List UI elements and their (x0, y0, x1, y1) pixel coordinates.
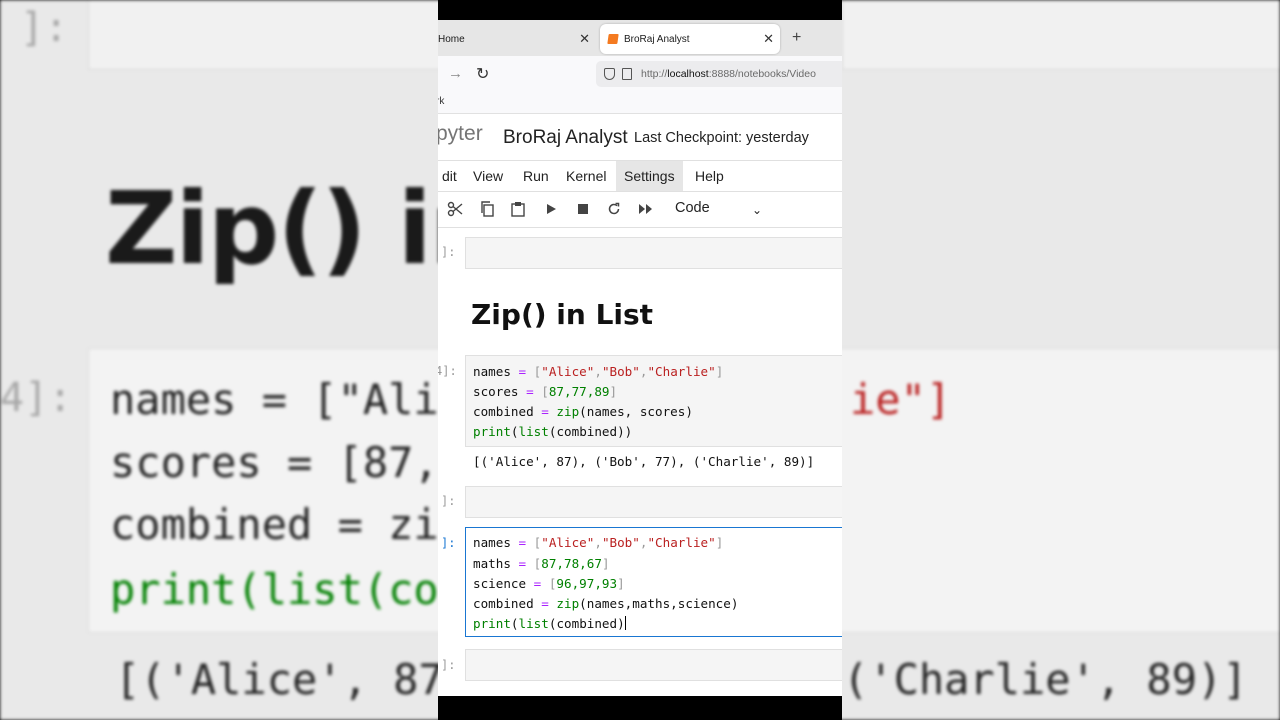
checkpoint-status: Last Checkpoint: yesterday (634, 130, 809, 146)
tab-broraj-analyst[interactable]: BroRaj Analyst ✕ (600, 24, 780, 54)
stop-icon[interactable] (574, 200, 592, 218)
paste-icon[interactable] (509, 200, 527, 218)
run-icon[interactable] (542, 200, 560, 218)
code-cell-scores[interactable]: names = ["Alice","Bob","Charlie"] scores… (465, 355, 842, 447)
code-cell-active[interactable]: names = ["Alice","Bob","Charlie"] maths … (465, 527, 842, 637)
tab-home[interactable]: Home ✕ (438, 24, 596, 54)
shield-icon[interactable] (604, 68, 615, 80)
url-host: localhost (667, 68, 709, 80)
browser-window: Home ✕ BroRaj Analyst ✕ + → ↻ http://loc… (438, 0, 842, 720)
cell-output: [('Alice', 87), ('Bob', 77), ('Charlie',… (473, 454, 815, 469)
code-line: combined = zip(names,maths,science) (473, 596, 739, 611)
url-prefix: http:// (641, 68, 668, 80)
address-bar[interactable]: http://localhost:8888/notebooks/Video (596, 61, 842, 87)
bg-empty-cell-right (842, 0, 1280, 70)
cell-prompt: 4]: (438, 364, 457, 378)
markdown-heading: Zip() in List (471, 298, 654, 331)
code-line: print(list(combined) (473, 616, 626, 631)
text-cursor (624, 616, 626, 630)
cell-prompt: ]: (441, 494, 456, 508)
code-line: scores = [87,77,89] (473, 384, 618, 399)
url-path: :8888/notebooks/Video (708, 68, 816, 80)
menu-help[interactable]: Help (687, 161, 732, 191)
bg-output: [('Alice', 87 (115, 655, 444, 704)
close-icon[interactable]: ✕ (579, 31, 590, 47)
video-frame: ]: Zip() in 4]: names = ["Ali ie"] score… (0, 0, 1280, 720)
scissors-icon[interactable] (446, 200, 464, 218)
fast-forward-icon[interactable] (637, 200, 655, 218)
cell-type-select[interactable]: Code (675, 200, 710, 216)
notebook-toolbar: Code ⌄ (438, 192, 842, 228)
menu-settings[interactable]: Settings (616, 161, 683, 191)
copy-icon[interactable] (478, 200, 496, 218)
bg-empty-cell (88, 0, 448, 70)
notebook-area: ]: Zip() in List 4]: names = ["Alice","B… (438, 228, 842, 696)
cell-prompt: ]: (441, 536, 456, 550)
tab-strip: Home ✕ BroRaj Analyst ✕ + (438, 20, 842, 56)
code-line: science = [96,97,93] (473, 576, 625, 591)
code-line: names = ["Alice","Bob","Charlie"] (473, 535, 724, 550)
letterbox-bottom (438, 696, 842, 720)
jupyter-notebook-icon (607, 34, 619, 44)
empty-code-cell[interactable] (465, 486, 842, 518)
menu-run[interactable]: Run (515, 161, 557, 191)
bg-code-prompt: 4]: (0, 375, 73, 421)
reload-icon[interactable]: ↻ (476, 64, 489, 84)
cell-prompt: ]: (441, 245, 456, 259)
close-icon[interactable]: ✕ (763, 31, 774, 47)
menu-edit[interactable]: dit (438, 161, 465, 191)
empty-code-cell[interactable] (465, 649, 842, 681)
code-line: names = ["Alice","Bob","Charlie"] (473, 364, 724, 379)
forward-icon[interactable]: → (448, 65, 463, 82)
bg-code-line-right: ie"] (850, 375, 952, 424)
bg-code-line: print(list(co (110, 565, 439, 614)
bg-code-line: names = ["Ali (110, 375, 439, 424)
bg-code-line: scores = [87, (110, 438, 439, 487)
code-line: maths = [87,78,67] (473, 556, 610, 571)
new-tab-icon[interactable]: + (792, 29, 801, 47)
code-line: combined = zip(names, scores) (473, 404, 693, 419)
bg-output-right: ('Charlie', 89)] (843, 655, 1248, 704)
jupyter-logo[interactable]: pyter (438, 122, 483, 146)
tab-label: BroRaj Analyst (624, 33, 690, 45)
notebook-title[interactable]: BroRaj Analyst (503, 127, 628, 149)
empty-code-cell[interactable] (465, 237, 842, 269)
menu-kernel[interactable]: Kernel (558, 161, 614, 191)
letterbox-top (438, 0, 842, 20)
code-line: print(list(combined)) (473, 424, 633, 439)
restart-icon[interactable] (605, 200, 623, 218)
page-info-icon[interactable] (622, 68, 632, 80)
navigation-bar: → ↻ http://localhost:8888/notebooks/Vide… (438, 56, 842, 92)
bookmarks-bar: rk (438, 92, 842, 114)
bookmark-item[interactable]: rk (438, 96, 444, 107)
chevron-down-icon[interactable]: ⌄ (752, 203, 762, 217)
bg-code-line: combined = zi (110, 500, 439, 549)
tab-label: Home (438, 33, 465, 45)
menu-view[interactable]: View (465, 161, 511, 191)
jupyter-header: pyter BroRaj Analyst Last Checkpoint: ye… (438, 114, 842, 160)
menu-bar: dit View Run Kernel Settings Help (438, 160, 842, 192)
bg-prompt: ]: (20, 5, 69, 51)
cell-prompt: ]: (441, 658, 456, 672)
